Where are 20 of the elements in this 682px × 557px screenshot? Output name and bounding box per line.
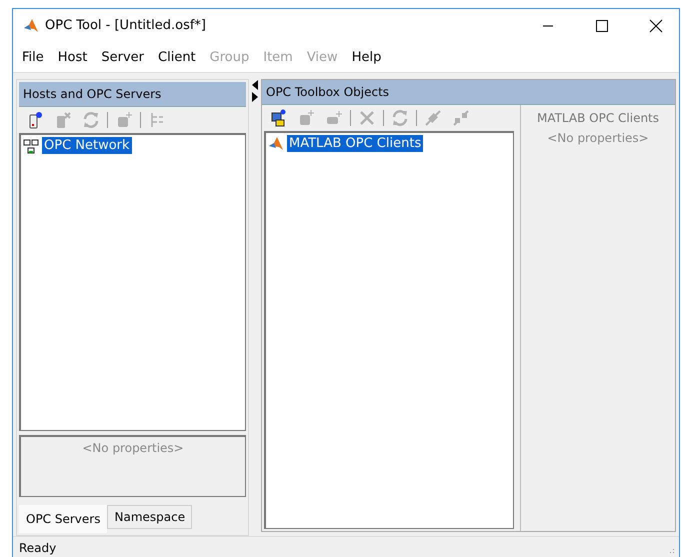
splitter-arrows-icon[interactable]	[251, 79, 259, 103]
window-title: OPC Tool - [Untitled.osf*]	[45, 18, 207, 33]
network-icon	[23, 138, 39, 154]
menu-item[interactable]: Help	[344, 48, 388, 66]
tab[interactable]: OPC Servers	[19, 505, 108, 533]
menu-item[interactable]: Host	[50, 48, 94, 66]
properties-title: MATLAB OPC Clients	[536, 111, 660, 125]
app-logo-icon	[268, 136, 284, 152]
app-logo-icon	[23, 18, 39, 34]
properties-text: <No properties>	[82, 441, 184, 455]
status-text: Ready	[19, 541, 56, 555]
menu-item[interactable]: Client	[151, 48, 203, 66]
tree-item[interactable]: OPC Network	[42, 137, 132, 154]
properties-text: <No properties>	[547, 131, 649, 145]
panel-header: OPC Toolbox Objects	[262, 80, 675, 105]
panel-header: Hosts and OPC Servers	[19, 82, 246, 107]
tab[interactable]: Namespace	[107, 505, 192, 529]
menu-item[interactable]: Server	[94, 48, 152, 66]
menu-item[interactable]: File	[15, 48, 51, 66]
tree-item[interactable]: MATLAB OPC Clients	[287, 135, 424, 152]
